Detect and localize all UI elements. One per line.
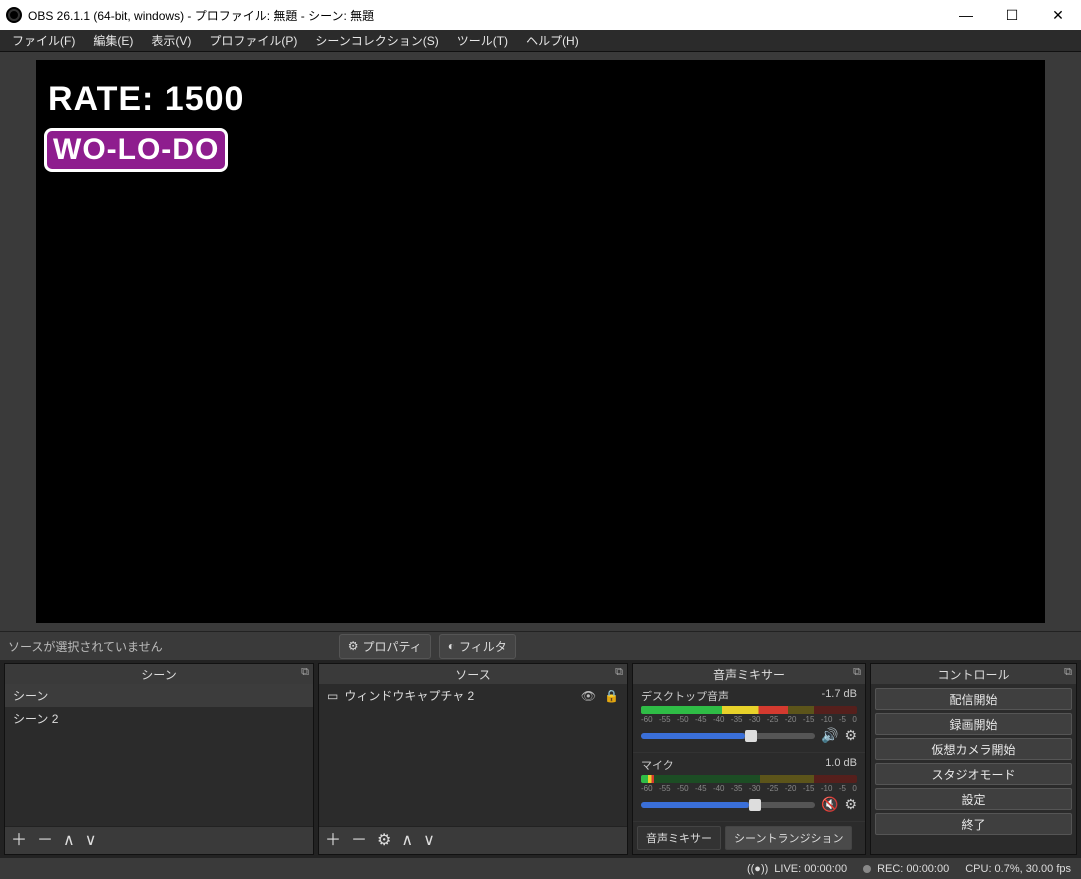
remove-source-button[interactable]: － — [351, 833, 367, 849]
broadcast-icon: ((●)) — [747, 863, 768, 875]
mixer-dock: 音声ミキサー ⧉ デスクトップ音声 -1.7 dB -60-55-50-45-4… — [632, 663, 866, 855]
menu-tools[interactable]: ツール(T) — [449, 30, 516, 51]
controls-dock: コントロール ⧉ 配信開始 録画開始 仮想カメラ開始 スタジオモード 設定 終了 — [870, 663, 1077, 855]
controls-header: コントロール ⧉ — [871, 664, 1076, 684]
start-stream-button[interactable]: 配信開始 — [875, 688, 1072, 710]
sources-header: ソース ⧉ — [319, 664, 627, 684]
scenes-title: シーン — [141, 666, 176, 683]
cpu-status: CPU: 0.7%, 30.00 fps — [965, 863, 1071, 875]
mixer-tabs: 音声ミキサー シーントランジション — [633, 822, 865, 854]
sources-dock: ソース ⧉ ▭ ウィンドウキャプチャ 2 👁 🔒 ＋ － ⚙ ∧ ∨ — [318, 663, 628, 855]
move-down-button[interactable]: ∨ — [85, 833, 97, 849]
minimize-button[interactable]: ― — [943, 0, 989, 30]
move-up-button[interactable]: ∧ — [401, 833, 413, 849]
vu-meter — [641, 775, 857, 783]
volume-slider[interactable] — [641, 733, 815, 739]
move-down-button[interactable]: ∨ — [423, 833, 435, 849]
studio-mode-button[interactable]: スタジオモード — [875, 763, 1072, 785]
remove-scene-button[interactable]: － — [37, 833, 53, 849]
preview-canvas[interactable]: RATE: 1500 WO-LO-DO — [36, 60, 1045, 623]
preview-toolbar: ソースが選択されていません ⚙ プロパティ ◐ フィルタ — [0, 631, 1081, 661]
scene-label: シーン — [13, 687, 48, 704]
sources-list: ▭ ウィンドウキャプチャ 2 👁 🔒 — [319, 684, 627, 707]
overlay-wolodo-text: WO-LO-DO — [44, 128, 228, 172]
settings-button[interactable]: 設定 — [875, 788, 1072, 810]
no-source-hint: ソースが選択されていません — [8, 638, 163, 655]
preview-area: RATE: 1500 WO-LO-DO — [0, 52, 1081, 631]
gear-icon[interactable]: ⚙ — [844, 796, 857, 813]
maximize-button[interactable]: ☐ — [989, 0, 1035, 30]
filters-button[interactable]: ◐ フィルタ — [439, 634, 516, 659]
channel-name: デスクトップ音声 — [641, 688, 729, 704]
sources-title: ソース — [455, 666, 490, 683]
menu-scene-collection[interactable]: シーンコレクション(S) — [307, 30, 446, 51]
menu-view[interactable]: 表示(V) — [143, 30, 199, 51]
mixer-header: 音声ミキサー ⧉ — [633, 664, 865, 684]
rec-text: REC: 00:00:00 — [877, 863, 949, 875]
record-dot-icon — [863, 865, 871, 873]
scenes-list: シーン シーン 2 — [5, 684, 313, 730]
obs-logo-icon — [6, 7, 22, 23]
exit-button[interactable]: 終了 — [875, 813, 1072, 835]
filter-icon: ◐ — [448, 639, 455, 653]
window-title: OBS 26.1.1 (64-bit, windows) - プロファイル: 無… — [28, 7, 943, 24]
db-scale: -60-55-50-45-40-35-30-25-20-15-10-50 — [641, 784, 857, 793]
add-source-button[interactable]: ＋ — [325, 833, 341, 849]
scenes-footer: ＋ － ∧ ∨ — [5, 826, 313, 854]
live-status: ((●)) LIVE: 00:00:00 — [747, 863, 847, 875]
lock-icon[interactable]: 🔒 — [604, 689, 619, 703]
source-properties-button[interactable]: ⚙ — [377, 833, 391, 849]
menu-edit[interactable]: 編集(E) — [85, 30, 141, 51]
scene-item[interactable]: シーン — [5, 684, 313, 707]
vu-meter — [641, 706, 857, 714]
channel-name: マイク — [641, 757, 674, 773]
overlay-rate-text: RATE: 1500 — [48, 80, 244, 119]
virtual-camera-button[interactable]: 仮想カメラ開始 — [875, 738, 1072, 760]
gear-icon: ⚙ — [348, 639, 359, 653]
channel-db: -1.7 dB — [822, 688, 857, 704]
speaker-icon[interactable]: 🔊 — [821, 727, 838, 744]
source-item[interactable]: ▭ ウィンドウキャプチャ 2 👁 🔒 — [319, 684, 627, 707]
window-capture-icon: ▭ — [327, 689, 338, 703]
popout-icon[interactable]: ⧉ — [853, 666, 861, 679]
eye-icon[interactable]: 👁 — [581, 689, 596, 703]
statusbar: ((●)) LIVE: 00:00:00 REC: 00:00:00 CPU: … — [0, 857, 1081, 879]
scene-label: シーン 2 — [13, 710, 58, 727]
filters-label: フィルタ — [459, 638, 507, 655]
popout-icon[interactable]: ⧉ — [1064, 666, 1072, 679]
scene-item[interactable]: シーン 2 — [5, 707, 313, 730]
menubar: ファイル(F) 編集(E) 表示(V) プロファイル(P) シーンコレクション(… — [0, 30, 1081, 52]
menu-file[interactable]: ファイル(F) — [4, 30, 83, 51]
transitions-tab[interactable]: シーントランジション — [725, 826, 852, 850]
mixer-channel-mic: マイク 1.0 dB -60-55-50-45-40-35-30-25-20-1… — [633, 753, 865, 822]
popout-icon[interactable]: ⧉ — [615, 666, 623, 679]
properties-label: プロパティ — [362, 638, 421, 655]
menu-profile[interactable]: プロファイル(P) — [201, 30, 305, 51]
docks-row: シーン ⧉ シーン シーン 2 ＋ － ∧ ∨ ソース ⧉ ▭ ウィンドウキャプ… — [0, 661, 1081, 857]
rec-status: REC: 00:00:00 — [863, 863, 949, 875]
move-up-button[interactable]: ∧ — [63, 833, 75, 849]
scenes-dock: シーン ⧉ シーン シーン 2 ＋ － ∧ ∨ — [4, 663, 314, 855]
mixer-channel-desktop: デスクトップ音声 -1.7 dB -60-55-50-45-40-35-30-2… — [633, 684, 865, 753]
mixer-tab[interactable]: 音声ミキサー — [637, 826, 721, 850]
controls-title: コントロール — [937, 666, 1009, 683]
db-scale: -60-55-50-45-40-35-30-25-20-15-10-50 — [641, 715, 857, 724]
properties-button[interactable]: ⚙ プロパティ — [339, 634, 431, 659]
menu-help[interactable]: ヘルプ(H) — [518, 30, 587, 51]
speaker-muted-icon[interactable]: 🔇 — [821, 796, 838, 813]
volume-slider[interactable] — [641, 802, 815, 808]
add-scene-button[interactable]: ＋ — [11, 833, 27, 849]
popout-icon[interactable]: ⧉ — [301, 666, 309, 679]
start-record-button[interactable]: 録画開始 — [875, 713, 1072, 735]
gear-icon[interactable]: ⚙ — [844, 727, 857, 744]
sources-footer: ＋ － ⚙ ∧ ∨ — [319, 826, 627, 854]
channel-db: 1.0 dB — [825, 757, 857, 773]
live-text: LIVE: 00:00:00 — [774, 863, 847, 875]
titlebar: OBS 26.1.1 (64-bit, windows) - プロファイル: 無… — [0, 0, 1081, 30]
mixer-title: 音声ミキサー — [713, 666, 785, 683]
close-button[interactable]: ✕ — [1035, 0, 1081, 30]
scenes-header: シーン ⧉ — [5, 664, 313, 684]
source-label: ウィンドウキャプチャ 2 — [344, 687, 474, 704]
cpu-text: CPU: 0.7%, 30.00 fps — [965, 863, 1071, 875]
